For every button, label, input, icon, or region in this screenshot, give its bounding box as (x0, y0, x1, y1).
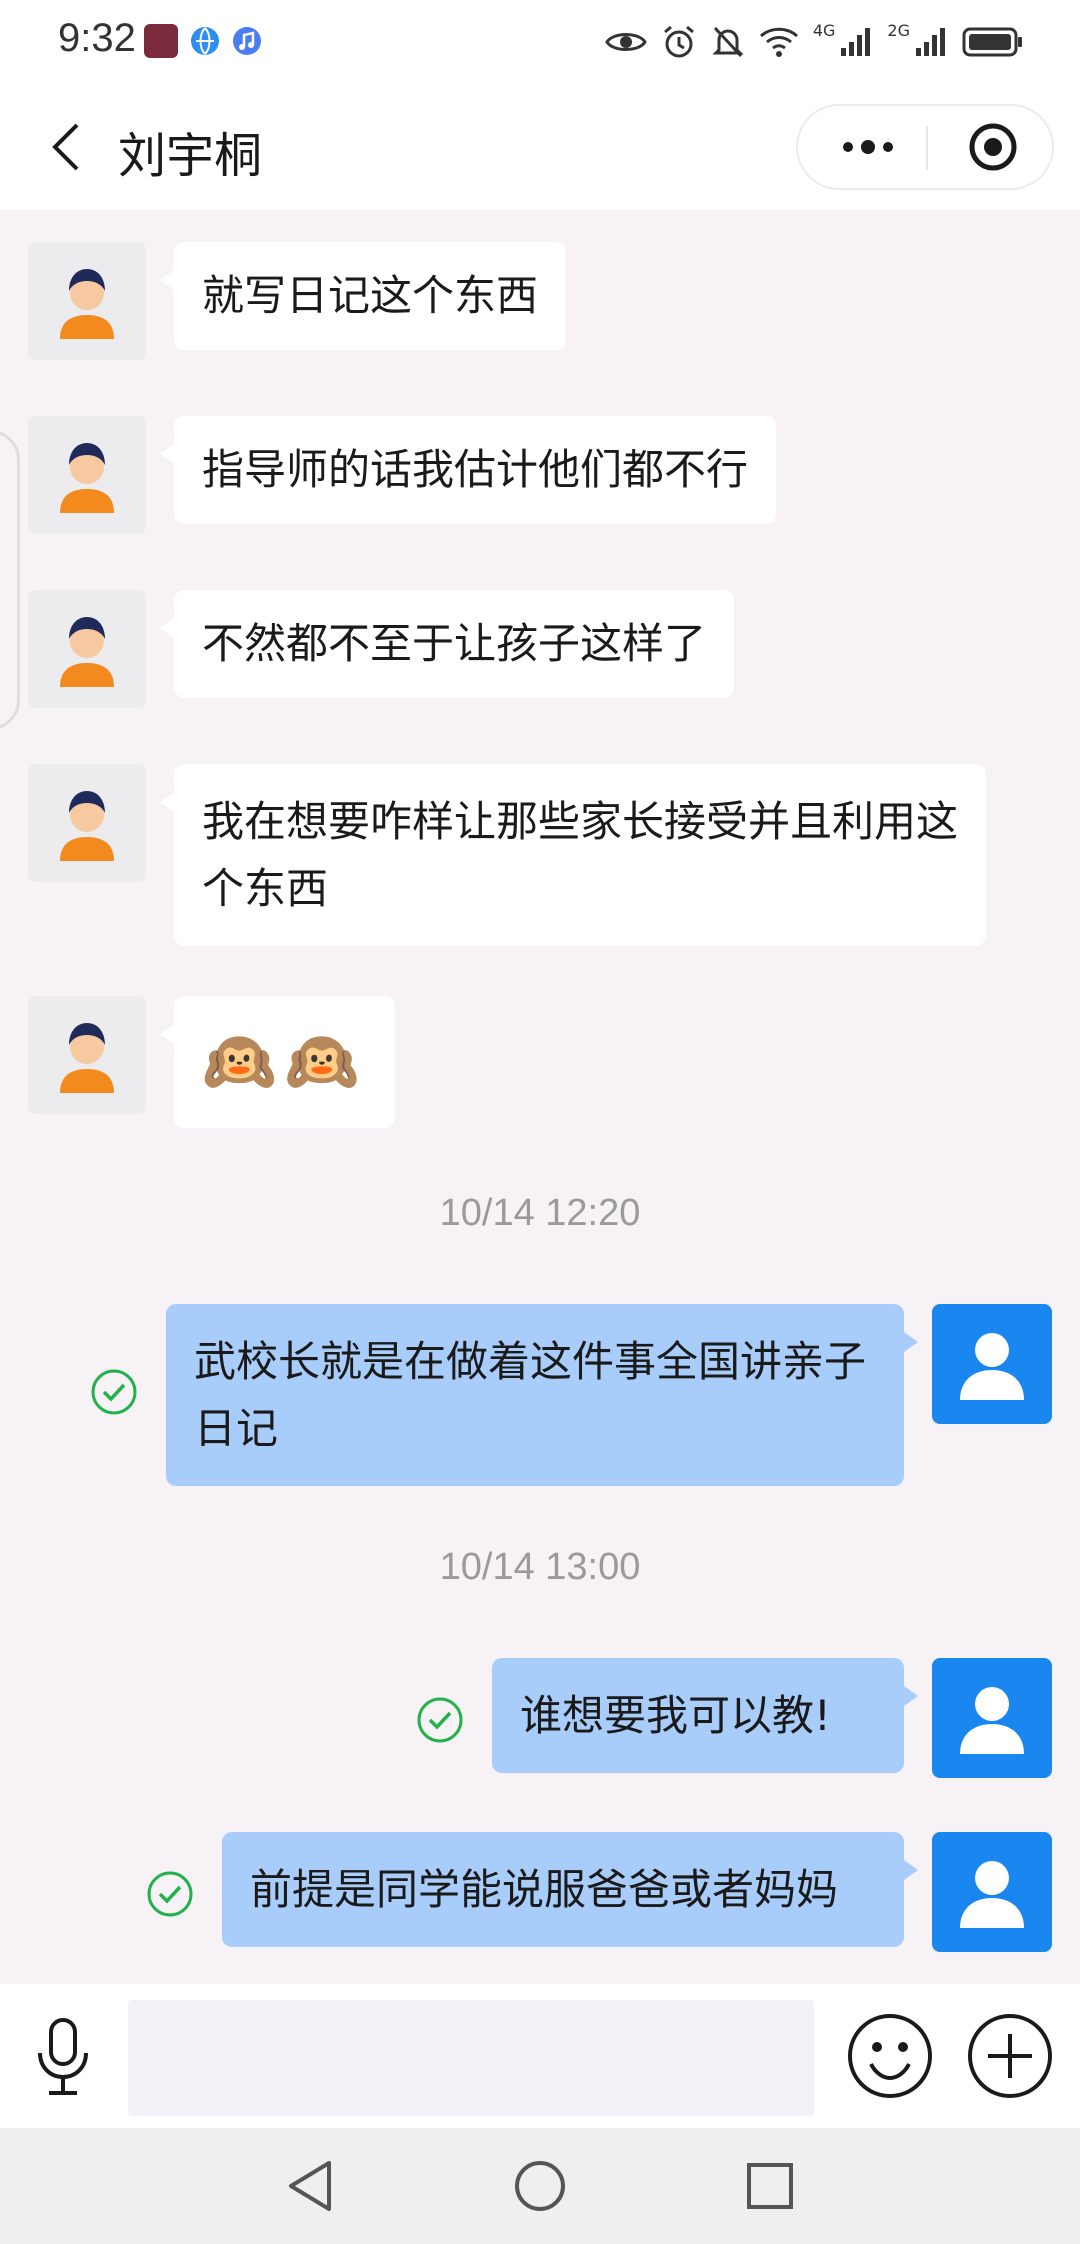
status-bar: 9:32 4G 2G (0, 0, 1080, 84)
target-close-icon (969, 123, 1017, 171)
plus-button-icon[interactable] (966, 2012, 1054, 2100)
message-text: 不然都不至于让孩子这样了 (202, 619, 707, 668)
person-avatar-icon (60, 443, 114, 513)
person-avatar-icon (60, 1023, 114, 1093)
chat-title: 刘宇桐 (118, 128, 263, 184)
alarm-icon (663, 25, 694, 58)
browser-notification-icon (191, 27, 219, 55)
incoming-message-bubble[interactable]: 指导师的话我估计他们都不行 (159, 416, 777, 524)
more-button[interactable] (818, 106, 918, 188)
nav-home-button[interactable] (510, 2156, 570, 2216)
my-avatar[interactable] (932, 1832, 1052, 1952)
contact-avatar[interactable] (28, 242, 146, 360)
square-recents-icon (747, 2163, 793, 2209)
capsule-divider (926, 126, 928, 170)
nav-recents-button[interactable] (740, 2156, 800, 2216)
message-input[interactable] (128, 2000, 814, 2116)
sent-check-icon (91, 1369, 137, 1415)
network-type-label: 4G (812, 20, 836, 40)
mute-bell-icon (712, 26, 744, 58)
contact-avatar[interactable] (28, 416, 146, 534)
incoming-message-bubble[interactable]: 就写日记这个东西 (159, 242, 567, 350)
miniprogram-capsule (796, 104, 1054, 190)
sent-check-icon (147, 1871, 193, 1917)
outgoing-message-bubble[interactable]: 武校长就是在做着这件事全国讲亲子日记 (166, 1304, 918, 1486)
signal-icon-2 (916, 28, 945, 56)
my-avatar[interactable] (932, 1304, 1052, 1424)
person-avatar-icon (60, 269, 114, 339)
chat-area[interactable]: 就写日记这个东西 指导师的话我估计他们都不行 不然都不至于让孩子这样了 我在想要… (0, 210, 1080, 1984)
status-icons: 4G 2G (605, 18, 1024, 66)
circle-home-icon (515, 2161, 565, 2211)
message-timestamp: 10/14 13:00 (439, 1546, 641, 1588)
music-notification-icon (233, 27, 261, 55)
network-type-label-2: 2G (887, 20, 910, 40)
battery-icon (962, 27, 1022, 57)
nav-back-button[interactable] (280, 2156, 340, 2216)
app-notification-icon (144, 24, 178, 58)
person-avatar-icon (60, 791, 114, 861)
my-avatar[interactable] (932, 1658, 1052, 1778)
input-bar (0, 1984, 1080, 2128)
triangle-back-icon (289, 2161, 331, 2211)
contact-avatar[interactable] (28, 996, 146, 1114)
chevron-left-icon (52, 123, 79, 171)
emoji-button-icon[interactable] (846, 2012, 934, 2100)
incoming-message-bubble[interactable]: 不然都不至于让孩子这样了 (159, 590, 735, 698)
incoming-message-bubble[interactable]: 我在想要咋样让那些家长接受并且利用这个东西 (160, 764, 986, 946)
system-navigation-bar (0, 2128, 1080, 2244)
wifi-icon (759, 27, 798, 57)
sent-check-icon (417, 1697, 463, 1743)
message-timestamp: 10/14 12:20 (439, 1192, 641, 1234)
person-avatar-icon (60, 617, 114, 687)
message-text: 🙉🙉 (202, 1027, 368, 1097)
message-text: 就写日记这个东西 (202, 271, 539, 320)
contact-avatar[interactable] (28, 764, 146, 882)
incoming-emoji-bubble[interactable]: 🙉🙉 (159, 996, 396, 1128)
signal-icon-1 (841, 28, 871, 56)
side-drawer-handle[interactable] (0, 430, 20, 730)
microphone-icon (38, 2018, 88, 2095)
message-text: 武校长就是在做着这件事全国讲亲子日记 (194, 1337, 867, 1453)
voice-input-button[interactable] (28, 2014, 98, 2100)
user-silhouette-icon (960, 1333, 1024, 1400)
user-silhouette-icon (960, 1687, 1024, 1754)
message-text: 前提是同学能说服爸爸或者妈妈 (250, 1865, 839, 1914)
outgoing-message-bubble[interactable]: 前提是同学能说服爸爸或者妈妈 (222, 1832, 918, 1947)
back-button[interactable] (36, 114, 96, 180)
contact-avatar[interactable] (28, 590, 146, 708)
close-miniprogram-button[interactable] (938, 106, 1048, 188)
title-bar: 刘宇桐 (0, 84, 1080, 210)
status-time: 9:32 (58, 16, 136, 60)
message-text: 我在想要咋样让那些家长接受并且利用这个东西 (202, 797, 959, 913)
user-silhouette-icon (960, 1861, 1024, 1928)
eye-icon (605, 33, 647, 51)
message-text: 谁想要我可以教! (520, 1691, 831, 1740)
more-dots-icon (843, 140, 893, 154)
message-text: 指导师的话我估计他们都不行 (202, 445, 749, 494)
outgoing-message-bubble[interactable]: 谁想要我可以教! (492, 1658, 918, 1773)
